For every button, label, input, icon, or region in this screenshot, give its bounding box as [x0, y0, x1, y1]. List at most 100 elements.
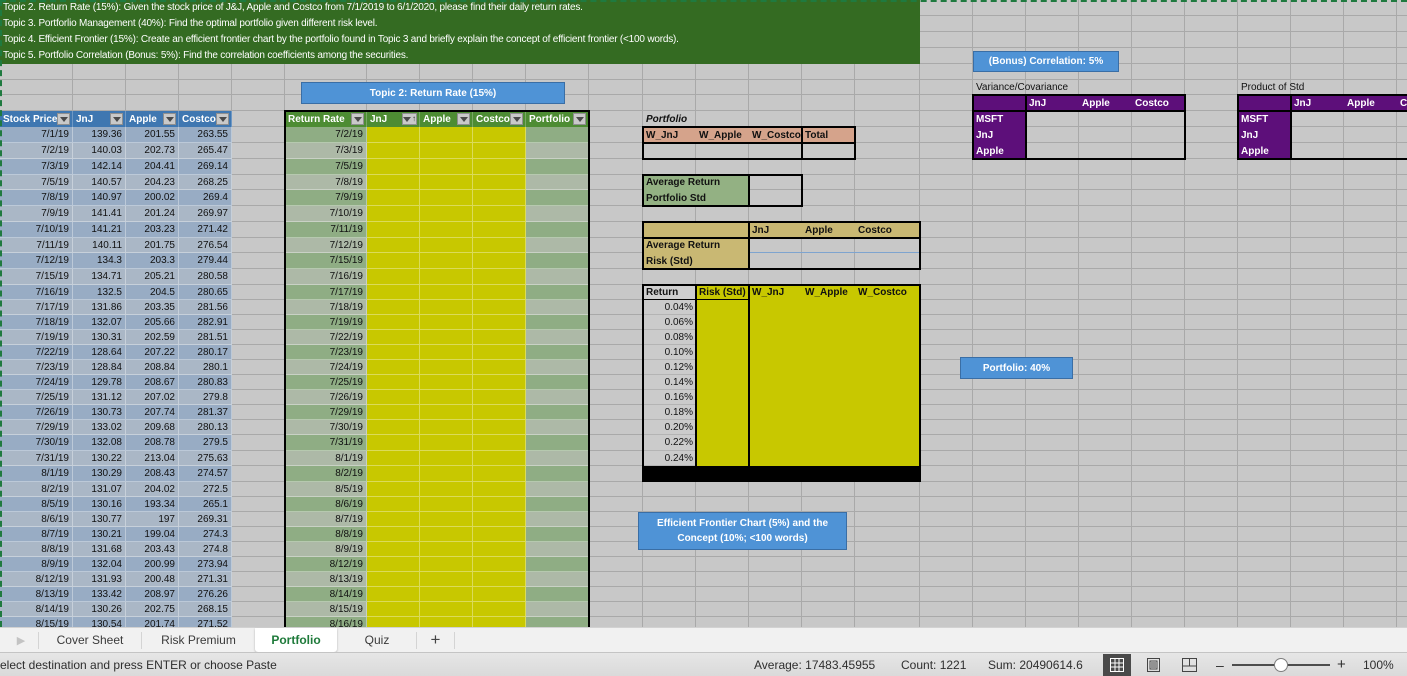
return-date-cell[interactable]: 8/14/19 — [285, 587, 367, 602]
w-apple-cell[interactable] — [802, 345, 855, 360]
apple-return-cell[interactable] — [420, 617, 473, 627]
stock-cell-jnj[interactable]: 130.22 — [73, 451, 126, 466]
stock-cell-costco[interactable]: 271.31 — [179, 572, 232, 587]
stock-cell-apple[interactable]: 204.5 — [126, 285, 179, 300]
return-date-cell[interactable]: 8/16/19 — [285, 617, 367, 627]
stock-cell-jnj[interactable]: 131.93 — [73, 572, 126, 587]
apple-return-cell[interactable] — [420, 602, 473, 617]
stock-cell-date[interactable]: 7/2/19 — [0, 143, 73, 159]
stock-cell-costco[interactable]: 271.52 — [179, 617, 232, 627]
costco-return-cell[interactable] — [473, 375, 526, 390]
stock-cell-date[interactable]: 7/9/19 — [0, 206, 73, 222]
stock-cell-apple[interactable]: 203.3 — [126, 253, 179, 269]
costco-return-cell[interactable] — [473, 190, 526, 206]
jnj-return-cell[interactable] — [367, 602, 420, 617]
stock-cell-date[interactable]: 7/26/19 — [0, 405, 73, 420]
stock-cell-date[interactable]: 7/22/19 — [0, 345, 73, 360]
stock-cell-costco[interactable]: 275.63 — [179, 451, 232, 466]
return-date-cell[interactable]: 8/8/19 — [285, 527, 367, 542]
apple-return-cell[interactable] — [420, 375, 473, 390]
stock-cell-apple[interactable]: 204.23 — [126, 175, 179, 190]
stock-cell-jnj[interactable]: 132.5 — [73, 285, 126, 300]
jnj-return-cell[interactable] — [367, 617, 420, 627]
stock-cell-apple[interactable]: 202.73 — [126, 143, 179, 159]
stock-cell-costco[interactable]: 279.8 — [179, 390, 232, 405]
w-jnj-value[interactable] — [643, 143, 696, 159]
frontier-w-jnj-header[interactable]: W_JnJ — [749, 285, 802, 300]
jnj-return-cell[interactable] — [367, 572, 420, 587]
w-costco-cell[interactable] — [855, 375, 920, 390]
apple-return-cell[interactable] — [420, 435, 473, 451]
return-date-cell[interactable]: 7/8/19 — [285, 175, 367, 190]
apple-return-cell[interactable] — [420, 466, 473, 482]
return-date-cell[interactable]: 8/9/19 — [285, 542, 367, 557]
costco-return-cell[interactable] — [473, 420, 526, 435]
return-date-cell[interactable]: 8/1/19 — [285, 451, 367, 466]
return-date-cell[interactable]: 8/7/19 — [285, 512, 367, 527]
stock-cell-date[interactable]: 7/30/19 — [0, 435, 73, 451]
costco-return-cell[interactable] — [473, 175, 526, 190]
stock-cell-apple[interactable]: 201.75 — [126, 238, 179, 253]
tab-portfolio[interactable]: Portfolio — [255, 628, 337, 652]
stock-cell-jnj[interactable]: 140.97 — [73, 190, 126, 206]
w-jnj-cell[interactable] — [749, 390, 802, 405]
stock-cell-jnj[interactable]: 131.86 — [73, 300, 126, 315]
total-header[interactable]: Total — [802, 127, 855, 143]
filter-dropdown-button[interactable] — [457, 113, 470, 125]
stock-cell-date[interactable]: 7/18/19 — [0, 315, 73, 330]
risk-std-cell[interactable] — [696, 420, 749, 435]
jnj-return-cell[interactable] — [367, 497, 420, 512]
return-date-cell[interactable]: 7/22/19 — [285, 330, 367, 345]
stock-cell-costco[interactable]: 271.42 — [179, 222, 232, 238]
return-date-cell[interactable]: 7/2/19 — [285, 127, 367, 143]
stock-cell-date[interactable]: 8/8/19 — [0, 542, 73, 557]
portfolio-return-cell[interactable] — [526, 602, 589, 617]
stock-cell-jnj[interactable]: 130.26 — [73, 602, 126, 617]
stock-cell-costco[interactable]: 281.37 — [179, 405, 232, 420]
stock-cell-jnj[interactable]: 134.3 — [73, 253, 126, 269]
stock-cell-date[interactable]: 7/15/19 — [0, 269, 73, 285]
apple-return-cell[interactable] — [420, 542, 473, 557]
costco-return-cell[interactable] — [473, 512, 526, 527]
return-date-cell[interactable]: 7/25/19 — [285, 375, 367, 390]
stock-cell-date[interactable]: 7/31/19 — [0, 451, 73, 466]
jnj-return-cell[interactable] — [367, 175, 420, 190]
covariance-values-area[interactable] — [1026, 111, 1185, 159]
stock-cell-date[interactable]: 8/14/19 — [0, 602, 73, 617]
w-jnj-cell[interactable] — [749, 345, 802, 360]
stock-cell-jnj[interactable]: 130.16 — [73, 497, 126, 512]
stock-cell-costco[interactable]: 280.13 — [179, 420, 232, 435]
jnj-risk-value[interactable] — [749, 253, 802, 269]
filter-dropdown-button[interactable] — [57, 113, 70, 125]
stock-cell-date[interactable]: 7/5/19 — [0, 175, 73, 190]
portfolio-return-cell[interactable] — [526, 269, 589, 285]
portfolio-return-cell[interactable] — [526, 482, 589, 497]
jnj-return-cell[interactable] — [367, 206, 420, 222]
stock-cell-apple[interactable]: 208.97 — [126, 587, 179, 602]
target-return-cell[interactable]: 0.04% — [643, 300, 696, 315]
stock-cell-apple[interactable]: 208.67 — [126, 375, 179, 390]
zoom-out-button[interactable]: – — [1216, 653, 1224, 676]
sort-filter-button[interactable]: ↑ — [402, 113, 417, 125]
return-date-cell[interactable]: 7/11/19 — [285, 222, 367, 238]
apple-return-cell[interactable] — [420, 127, 473, 143]
portfolio-return-cell[interactable] — [526, 390, 589, 405]
w-apple-cell[interactable] — [802, 315, 855, 330]
return-date-cell[interactable]: 7/29/19 — [285, 405, 367, 420]
return-date-cell[interactable]: 8/12/19 — [285, 557, 367, 572]
worksheet-grid[interactable]: Topic 2. Return Rate (15%): Given the st… — [0, 0, 1407, 627]
stock-cell-apple[interactable]: 209.68 — [126, 420, 179, 435]
portfolio-return-cell[interactable] — [526, 222, 589, 238]
return-date-cell[interactable]: 7/26/19 — [285, 390, 367, 405]
portfolio-return-cell[interactable] — [526, 127, 589, 143]
stock-cell-costco[interactable]: 269.14 — [179, 159, 232, 175]
stock-cell-jnj[interactable]: 129.78 — [73, 375, 126, 390]
jnj-return-cell[interactable] — [367, 512, 420, 527]
topic-2-return-rate-shape[interactable]: Topic 2: Return Rate (15%) — [301, 82, 565, 104]
return-date-cell[interactable]: 7/30/19 — [285, 420, 367, 435]
stock-cell-apple[interactable]: 205.66 — [126, 315, 179, 330]
target-return-cell[interactable]: 0.12% — [643, 360, 696, 375]
w-apple-cell[interactable] — [802, 300, 855, 315]
w-costco-cell[interactable] — [855, 330, 920, 345]
target-return-cell[interactable]: 0.14% — [643, 375, 696, 390]
